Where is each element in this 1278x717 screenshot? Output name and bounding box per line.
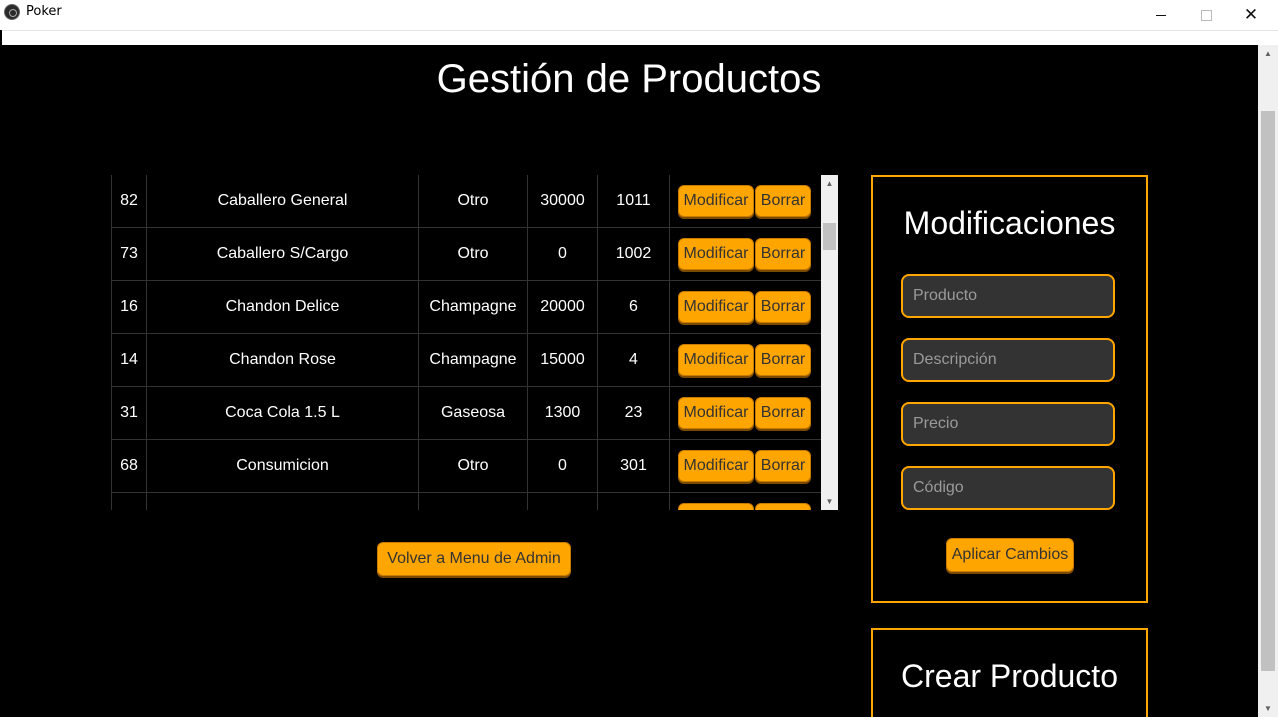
cell-price: 30000 [527,492,598,510]
table-row: 79Credito Mesa VipOtro300001007Modificar… [111,492,828,510]
cell-category: Otro [418,492,528,510]
cell-name: Chandon Rose [146,333,419,387]
cell-name: Consumicion [146,439,419,493]
modify-button[interactable]: Modificar [678,238,754,270]
scroll-thumb[interactable] [823,223,836,250]
modify-panel-title: Modificaciones [903,205,1116,241]
cell-name: Coca Cola 1.5 L [146,386,419,440]
cell-actions: ModificarBorrar [669,227,828,281]
cell-id: 68 [111,439,147,493]
cell-category: Otro [418,439,528,493]
create-panel-title: Crear Producto [901,658,1118,694]
cell-id: 79 [111,492,147,510]
cell-actions: ModificarBorrar [669,280,828,334]
table-row: 14 Chandon Rose Champagne 15000 4 Modificar Bo… [111,333,828,387]
page-title: Gestión de Productos [436,57,822,101]
cell-code: 4 [597,333,670,387]
delete-button[interactable]: Borrar [755,291,811,323]
cell-category: Otro [418,175,528,228]
modify-button[interactable]: Modificar [678,450,754,482]
products-table: 82 Caballero General Otro 30000 1011 Modifica… [111,175,828,510]
delete-button[interactable]: Borrar [755,238,811,270]
create-panel: Crear Producto [871,628,1148,717]
cell-code: 301 [597,439,670,493]
modify-button[interactable]: Modificar [678,503,754,510]
modify-button[interactable]: Modificar [678,291,754,323]
cell-name: Chandon Delice [146,280,419,334]
maximize-icon[interactable] [1183,0,1229,30]
cell-code: 6 [597,280,670,334]
price-input[interactable] [901,402,1115,446]
delete-button[interactable]: Borrar [755,450,811,482]
window-title: Poker [26,4,62,19]
description-input[interactable] [901,338,1115,382]
modify-panel: Modificaciones Aplicar Cambios [871,175,1148,603]
apply-changes-button[interactable]: Aplicar Cambios [946,538,1074,572]
cell-name: Caballero S/Cargo [146,227,419,281]
code-input[interactable] [901,466,1115,510]
modify-button[interactable]: Modificar [678,344,754,376]
back-to-admin-menu-button[interactable]: Volver a Menu de Admin [377,542,571,576]
delete-button[interactable]: Borrar [755,344,811,376]
table-scrollbar[interactable]: ▲ ▼ [821,175,838,510]
cell-name: Credito Mesa Vip [146,492,419,510]
table-row: 31 Coca Cola 1.5 L Gaseosa 1300 23 Modificar B… [111,386,828,440]
cell-price: 15000 [527,333,598,387]
cell-id: 31 [111,386,147,440]
window-edge [0,30,2,45]
delete-button[interactable]: Borrar [755,185,811,217]
scroll-up-icon[interactable]: ▲ [821,175,838,192]
cell-id: 73 [111,227,147,281]
cell-code: 23 [597,386,670,440]
cell-price: 0 [527,439,598,493]
cell-actions: ModificarBorrar [669,439,828,493]
cell-price: 30000 [527,175,598,228]
cell-code: 1002 [597,227,670,281]
cell-actions: ModificarBorrar [669,386,828,440]
cell-id: 14 [111,333,147,387]
table-row: 82 Caballero General Otro 30000 1011 Modifica… [111,175,828,228]
window-titlebar: Poker ✕ [0,0,1278,31]
cell-category: Otro [418,227,528,281]
cell-category: Champagne [418,280,528,334]
cell-price: 1300 [527,386,598,440]
app-icon [4,4,20,20]
cell-code: 1011 [597,175,670,228]
cell-actions: ModificarBorrar [669,175,828,228]
cell-code: 1007 [597,492,670,510]
table-row: 73 Caballero S/Cargo Otro 0 1002 Modificar Bor… [111,227,828,281]
cell-price: 20000 [527,280,598,334]
page-scroll-down-icon[interactable]: ▼ [1258,700,1278,717]
cell-actions: ModificarBorrar [669,333,828,387]
cell-id: 82 [111,175,147,228]
modify-button[interactable]: Modificar [678,397,754,429]
cell-price: 0 [527,227,598,281]
table-row: 16 Chandon Delice Champagne 20000 6 Modificar… [111,280,828,334]
page-scroll-thumb[interactable] [1261,111,1275,671]
cell-actions: ModificarBorrar [669,492,828,510]
cell-category: Gaseosa [418,386,528,440]
delete-button[interactable]: Borrar [755,503,811,510]
page-scrollbar[interactable]: ▲ ▼ [1258,45,1278,717]
modify-button[interactable]: Modificar [678,185,754,217]
cell-name: Caballero General [146,175,419,228]
minimize-icon[interactable] [1138,0,1184,30]
page-scroll-up-icon[interactable]: ▲ [1258,45,1278,62]
product-input[interactable] [901,274,1115,318]
delete-button[interactable]: Borrar [755,397,811,429]
products-table-container[interactable]: 82 Caballero General Otro 30000 1011 Modifica… [111,175,838,510]
app-content: Gestión de Productos 82 Caballero General… [0,45,1258,717]
table-row: 68 Consumicion Otro 0 301 Modificar Borrar [111,439,828,493]
cell-id: 16 [111,280,147,334]
cell-category: Champagne [418,333,528,387]
close-icon[interactable]: ✕ [1228,0,1274,30]
scroll-down-icon[interactable]: ▼ [821,493,838,510]
